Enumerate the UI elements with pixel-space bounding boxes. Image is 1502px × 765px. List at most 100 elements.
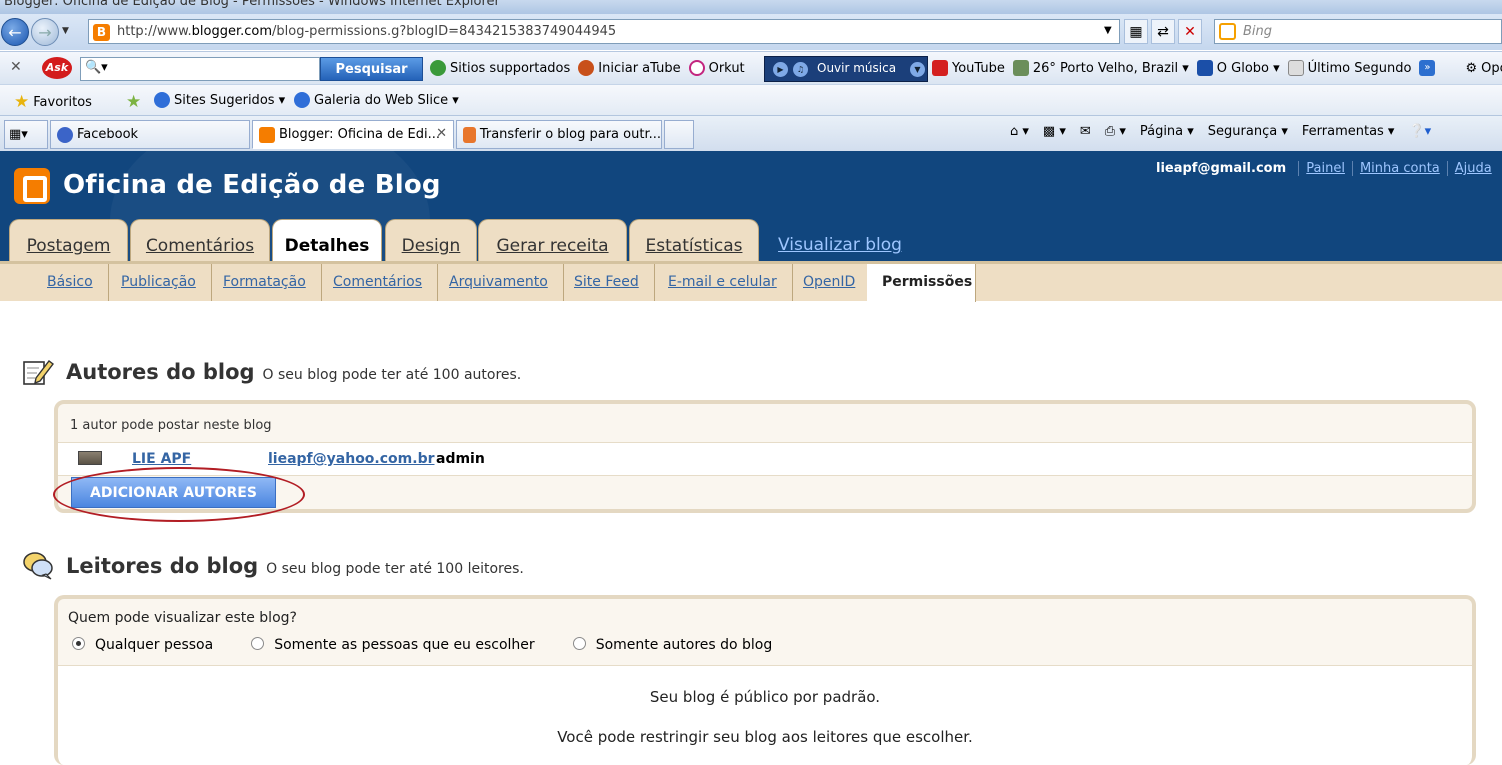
options-label: Opç xyxy=(1481,60,1502,76)
volume-icon[interactable]: ♫ xyxy=(793,62,808,77)
oglobo-icon xyxy=(1196,60,1213,76)
history-dropdown-icon[interactable]: ▼ xyxy=(62,26,69,36)
radio-icon[interactable] xyxy=(572,637,586,650)
subtab-basico[interactable]: Básico xyxy=(32,264,109,301)
atube-link[interactable]: Iniciar aTube xyxy=(578,60,681,76)
music-player[interactable]: ▶ ♫ Ouvir música ▼ xyxy=(764,56,928,82)
play-icon[interactable]: ▶ xyxy=(773,62,788,77)
home-icon[interactable]: ⌂ ▾ xyxy=(1010,124,1029,139)
subtab-publicacao[interactable]: Publicação xyxy=(106,264,212,301)
subtab-permissoes[interactable]: Permissões xyxy=(867,264,976,302)
highlight-circle xyxy=(53,467,305,522)
search-box[interactable]: Bing xyxy=(1214,19,1502,44)
author-name-link[interactable]: LIE APF xyxy=(132,451,191,467)
subtab-arquivamento[interactable]: Arquivamento xyxy=(434,264,564,301)
tab-visualizar-blog[interactable]: Visualizar blog xyxy=(770,219,910,263)
browser-tab-row: ▦▾ Facebook Blogger: Oficina de Edi... ✕ … xyxy=(0,115,1502,151)
blogger-logo-icon[interactable] xyxy=(14,168,50,204)
close-tab-icon[interactable]: ✕ xyxy=(436,126,447,141)
blog-title: Oficina de Edição de Blog xyxy=(63,170,441,200)
favorites-button[interactable]: ★ Favoritos xyxy=(14,92,92,112)
browser-tab-facebook[interactable]: Facebook xyxy=(50,120,250,149)
sitios-link[interactable]: Sitios supportados xyxy=(430,60,570,76)
sites-sugeridos-link[interactable]: Sites Sugeridos ▾ xyxy=(154,92,285,108)
pesquisar-button[interactable]: Pesquisar xyxy=(320,57,423,81)
more-chevron-icon[interactable]: » xyxy=(1419,60,1439,76)
url-path: /blog-permissions.g?blogID=8434215383749… xyxy=(272,24,617,39)
weather-label: 26° Porto Velho, Brazil ▾ xyxy=(1032,60,1189,76)
ask-toolbar: ✕ Ask 🔍▾ Pesquisar Sitios supportados In… xyxy=(0,51,1502,84)
browser-tab-transferir[interactable]: Transferir o blog para outr... xyxy=(456,120,662,149)
tab-design[interactable]: Design xyxy=(385,219,477,263)
option-label: Somente as pessoas que eu escolher xyxy=(274,637,535,653)
refresh-icon[interactable]: ⇄ xyxy=(1151,19,1175,44)
oglobo-link[interactable]: O Globo ▾ xyxy=(1196,60,1280,76)
author-photo-icon xyxy=(78,451,102,465)
blogger-header: Oficina de Edição de Blog lieapf@gmail.c… xyxy=(0,151,1502,302)
seguranca-menu[interactable]: Segurança ▾ xyxy=(1208,124,1288,139)
option-pessoas-escolhidas[interactable]: Somente as pessoas que eu escolher xyxy=(251,637,535,653)
tab-detalhes[interactable]: Detalhes xyxy=(272,219,382,265)
quick-tabs-button[interactable]: ▦▾ xyxy=(4,120,48,149)
sites-sugeridos-label: Sites Sugeridos ▾ xyxy=(174,92,286,108)
subtab-email-celular[interactable]: E-mail e celular xyxy=(653,264,793,301)
ferramentas-menu[interactable]: Ferramentas ▾ xyxy=(1302,124,1395,139)
option-qualquer-pessoa[interactable]: Qualquer pessoa xyxy=(72,637,213,653)
subtab-site-feed[interactable]: Site Feed xyxy=(559,264,655,301)
subtab-comentarios[interactable]: Comentários xyxy=(318,264,439,301)
add-favorite-icon[interactable]: ★ xyxy=(126,92,145,112)
tab-estatisticas[interactable]: Estatísticas xyxy=(629,219,759,263)
authors-pencil-icon xyxy=(23,360,54,385)
orkut-link[interactable]: Orkut xyxy=(688,60,745,76)
forward-button[interactable]: → xyxy=(31,18,59,46)
ultimo-segundo-icon xyxy=(1287,60,1304,76)
stop-icon[interactable]: ✕ xyxy=(1178,19,1202,44)
option-somente-autores[interactable]: Somente autores do blog xyxy=(572,637,773,653)
print-icon[interactable]: ⎙ ▾ xyxy=(1105,124,1126,139)
web-slice-link[interactable]: Galeria do Web Slice ▾ xyxy=(294,92,459,108)
browser-tab-blogger[interactable]: Blogger: Oficina de Edi... ✕ xyxy=(252,120,454,149)
weather-link[interactable]: 26° Porto Velho, Brazil ▾ xyxy=(1012,60,1189,76)
main-tabs: Postagem Comentários Detalhes Design Ger… xyxy=(0,219,1502,265)
painel-link[interactable]: Painel xyxy=(1298,161,1352,176)
radio-selected-icon[interactable] xyxy=(72,637,85,650)
ask-search-input[interactable]: 🔍▾ xyxy=(80,57,320,81)
minha-conta-link[interactable]: Minha conta xyxy=(1351,161,1447,176)
ajuda-link[interactable]: Ajuda xyxy=(1446,161,1499,176)
favorites-bar: ★ Favoritos ★ Sites Sugeridos ▾ Galeria d… xyxy=(0,84,1502,115)
readers-heading: Leitores do blog O seu blog pode ter até… xyxy=(66,554,524,578)
music-dropdown-icon[interactable]: ▼ xyxy=(910,62,925,77)
new-tab-button[interactable] xyxy=(664,120,694,149)
user-nav: lieapf@gmail.com Painel Minha conta Ajuda xyxy=(1156,161,1499,176)
author-email-link[interactable]: lieapf@yahoo.com.br xyxy=(268,451,435,467)
orkut-icon xyxy=(688,60,705,76)
url-text[interactable]: http://www.blogger.com/blog-permissions.… xyxy=(117,24,616,39)
pagina-menu[interactable]: Página ▾ xyxy=(1140,124,1194,139)
address-dropdown-icon[interactable]: ▼ xyxy=(1104,25,1112,36)
mail-icon[interactable]: ✉ xyxy=(1080,124,1091,139)
address-bar[interactable]: B http://www.blogger.com/blog-permission… xyxy=(88,19,1120,44)
facebook-ie-icon xyxy=(57,126,73,143)
options-link[interactable]: ⚙Opç xyxy=(1465,60,1502,76)
tab-comentarios[interactable]: Comentários xyxy=(130,219,270,263)
feeds-icon[interactable]: ▩ ▾ xyxy=(1043,124,1066,139)
subtab-formatacao[interactable]: Formatação xyxy=(208,264,322,301)
youtube-link[interactable]: YouTube xyxy=(932,60,1005,76)
atube-icon xyxy=(578,60,595,76)
youtube-icon xyxy=(932,60,948,76)
close-toolbar-icon[interactable]: ✕ xyxy=(10,59,22,75)
option-label: Somente autores do blog xyxy=(595,637,773,653)
radio-icon[interactable] xyxy=(251,637,265,650)
youtube-label: YouTube xyxy=(952,60,1005,76)
authors-title: Autores do blog xyxy=(66,360,255,384)
back-button[interactable]: ← xyxy=(1,18,29,46)
subtab-openid[interactable]: OpenID xyxy=(788,264,872,301)
tab-gerar-receita[interactable]: Gerar receita xyxy=(478,219,627,263)
ultimo-segundo-link[interactable]: Último Segundo xyxy=(1287,60,1411,76)
help-icon[interactable]: ❔▾ xyxy=(1408,124,1431,139)
favorites-star-icon: ★ xyxy=(14,92,30,112)
compatibility-view-icon[interactable]: ▦ xyxy=(1124,19,1148,44)
tab-postagem[interactable]: Postagem xyxy=(9,219,128,263)
ask-logo-icon[interactable]: Ask xyxy=(42,57,72,79)
window-title: Blogger: Oficina de Edição de Blog - Per… xyxy=(4,0,500,9)
